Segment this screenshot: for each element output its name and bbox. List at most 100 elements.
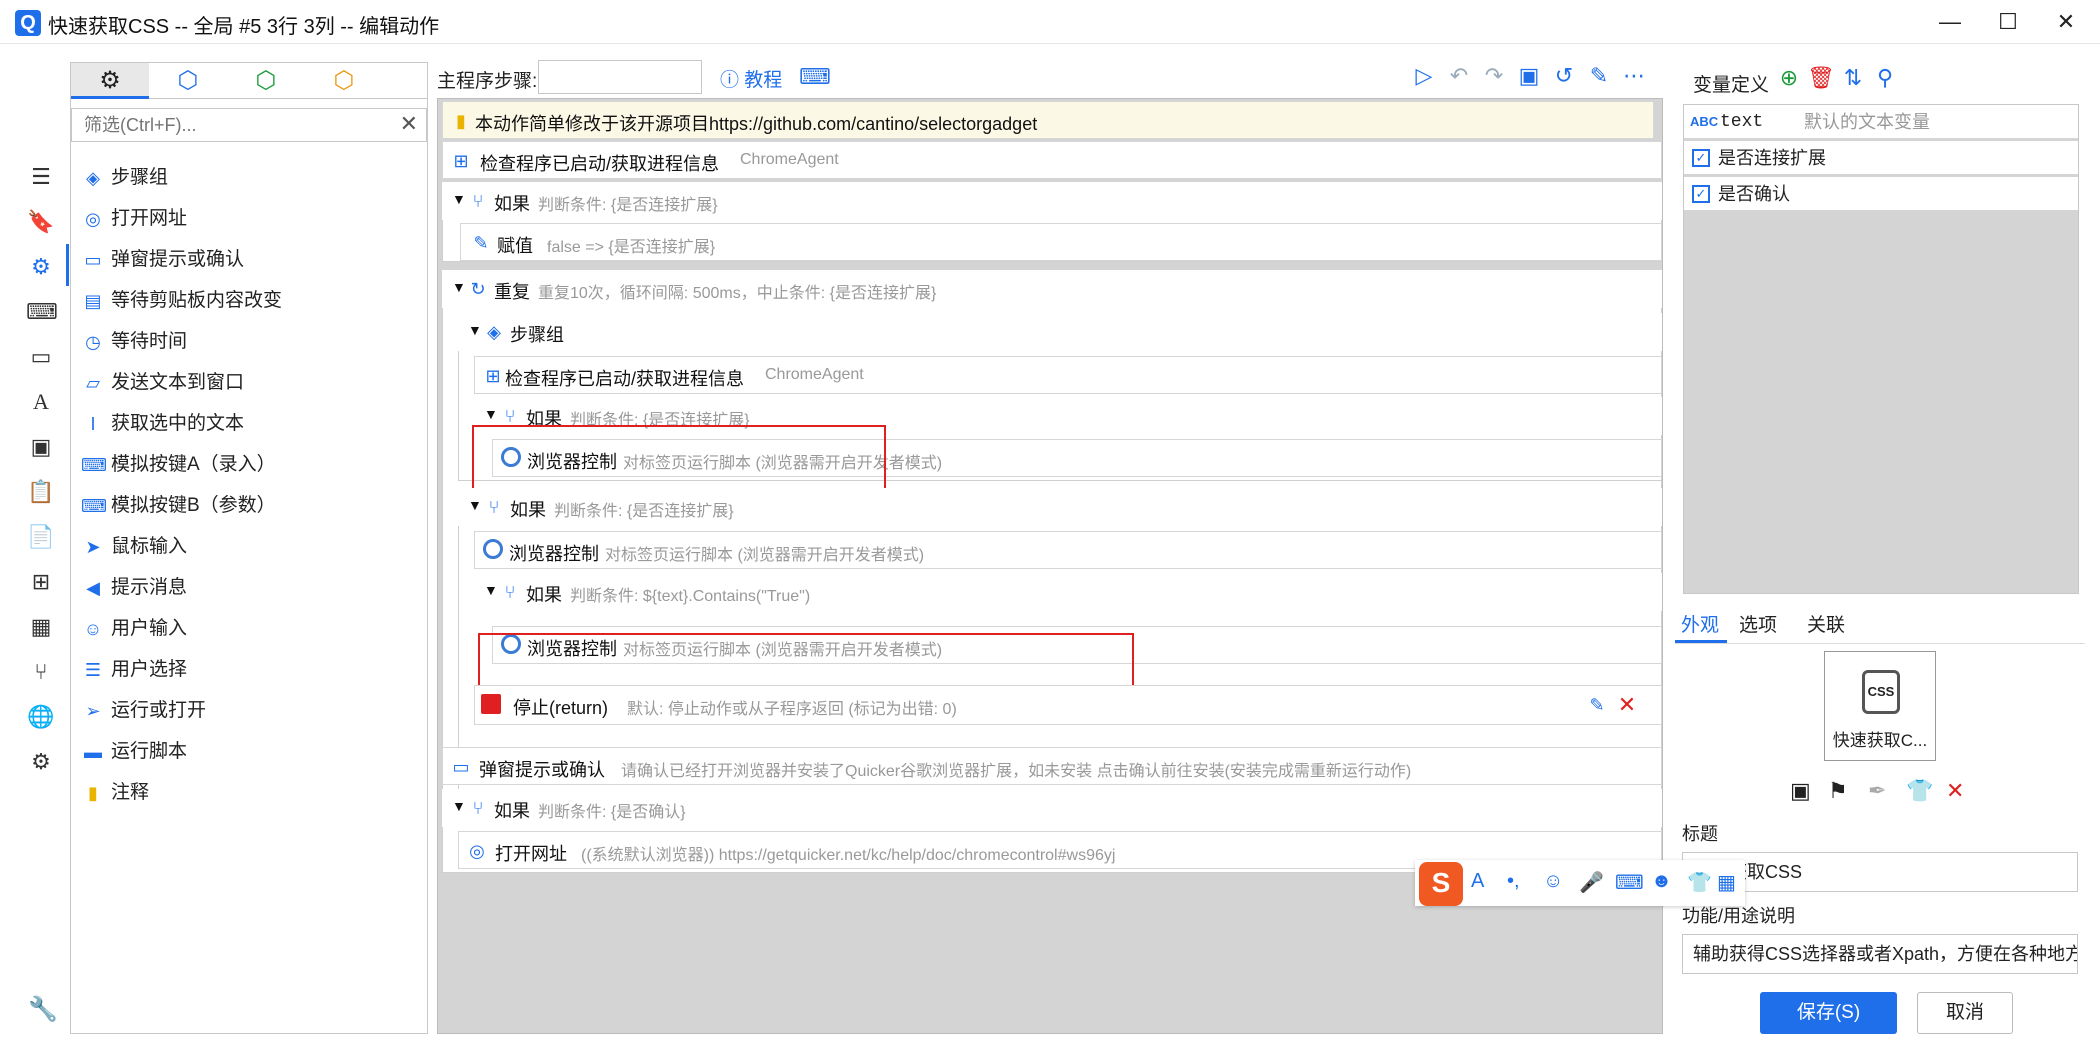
clipboard-icon[interactable]: 📋 (26, 477, 56, 507)
image-icon[interactable]: ▣ (26, 432, 56, 462)
tool-item[interactable]: ◷ 等待时间 (71, 321, 427, 362)
history-icon[interactable]: ↺ (1550, 62, 1578, 90)
flag-icon[interactable]: ⚑ (1828, 778, 1848, 804)
variable-row[interactable]: ✓ 是否连接扩展 (1684, 141, 2078, 175)
step-row[interactable]: ▼ ⑂ 如果 判断条件: {是否连接扩展} (442, 182, 1662, 220)
tool-item[interactable]: ◈ 步骤组 (71, 157, 427, 198)
bookmark-icon[interactable]: 🔖 (26, 207, 56, 237)
step-row[interactable]: ▼ ↻ 重复 重复10次，循环间隔: 500ms，中止条件: {是否连接扩展} (442, 270, 1662, 308)
step-row[interactable]: 浏览器控制 对标签页运行脚本 (浏览器需开启开发者模式) (474, 531, 1662, 569)
window-icon[interactable]: ▭ (26, 342, 56, 372)
step-row[interactable]: ⊞ 检查程序已启动/获取进程信息 ChromeAgent (474, 356, 1662, 394)
clear-filter-icon[interactable]: ✕ (400, 111, 418, 137)
more-icon[interactable]: ⋯ (1620, 62, 1648, 90)
step-row[interactable]: ▼ ◈ 步骤组 (458, 313, 1662, 351)
settings-icon[interactable]: ⚙ (26, 252, 56, 282)
undo-icon[interactable]: ↶ (1445, 62, 1473, 90)
sort-icon[interactable]: ⇅ (1839, 64, 1867, 92)
user-icon[interactable]: ☻ (1651, 870, 1672, 893)
keyboard-icon[interactable]: ⌨ (1615, 870, 1644, 895)
tool-item[interactable]: ▮ 注释 (71, 772, 427, 813)
emoji-icon[interactable]: ☺ (1543, 870, 1563, 893)
maximize-button[interactable]: ☐ (1978, 6, 2038, 38)
note-edit-icon[interactable]: ✎ (1585, 62, 1613, 90)
tab-options[interactable]: 选项 (1739, 610, 1777, 637)
step-row[interactable]: ✎ 赋值 false => {是否连接扩展} (460, 223, 1662, 261)
step-row[interactable]: ⊞ 检查程序已启动/获取进程信息 ChromeAgent (442, 141, 1662, 179)
add-variable-icon[interactable]: ⊕ (1775, 64, 1803, 92)
filter-icon[interactable]: ⚲ (1871, 64, 1899, 92)
step-row[interactable]: ▭ 弹窗提示或确认 请确认已经打开浏览器并安装了Quicker谷歌浏览器扩展，如… (442, 747, 1662, 785)
description-input[interactable]: 辅助获得CSS选择器或者Xpath，方便在各种地方 (1682, 934, 2078, 974)
step-row[interactable]: ▼ ⑂ 如果 判断条件: {是否连接扩展} (458, 488, 1662, 526)
filter-input[interactable] (84, 113, 384, 137)
remove-icon-icon[interactable]: ✕ (1946, 778, 1964, 804)
collapse-toggle-icon[interactable]: ▼ (452, 279, 466, 295)
redo-icon[interactable]: ↷ (1480, 62, 1508, 90)
tool-item[interactable]: ➢ 运行或打开 (71, 690, 427, 731)
minimize-button[interactable]: — (1920, 6, 1980, 38)
action-icon-card[interactable]: CSS 快速获取C... (1824, 651, 1936, 761)
branch-icon[interactable]: ⑂ (26, 657, 56, 687)
step-row[interactable]: ▼ ⑂ 如果 判断条件: ${text}.Contains("True") (474, 573, 1662, 611)
save-button[interactable]: 保存(S) (1760, 992, 1897, 1034)
tutorial-link[interactable]: ⓘ 教程 (720, 65, 782, 92)
calculator-icon[interactable]: ▦ (26, 612, 56, 642)
font-icon[interactable]: A (26, 387, 56, 417)
close-button[interactable]: ✕ (2036, 6, 2096, 38)
tool-item[interactable]: ▤ 等待剪贴板内容改变 (71, 280, 427, 321)
steps-search-input[interactable] (538, 60, 702, 94)
cancel-button[interactable]: 取消 (1917, 992, 2013, 1034)
tool-item[interactable]: ▬ 运行脚本 (71, 731, 427, 772)
step-row[interactable]: 停止(return) 默认: 停止动作或从子程序返回 (标记为出错: 0) ✎ … (474, 685, 1662, 725)
font-icon[interactable]: A (1471, 870, 1484, 893)
variable-row[interactable]: ✓ 是否确认 (1684, 177, 2078, 211)
collapse-toggle-icon[interactable]: ▼ (484, 582, 498, 598)
tab-cubes-green[interactable]: ⬡ (227, 63, 305, 99)
tool-item[interactable]: ⌨ 模拟按键A（录入） (71, 444, 427, 485)
shirt-icon[interactable]: 👕 (1906, 778, 1933, 804)
delete-variable-icon[interactable]: 🗑 (1807, 64, 1835, 92)
sogou-logo-icon[interactable]: S (1419, 862, 1463, 906)
tool-item[interactable]: ◎ 打开网址 (71, 198, 427, 239)
tool-item[interactable]: I 获取选中的文本 (71, 403, 427, 444)
microphone-icon[interactable]: 🎤 (1579, 870, 1604, 895)
keyboard-icon[interactable]: ⌨ (799, 64, 831, 90)
gears-icon[interactable]: ⚙ (26, 747, 56, 777)
tool-item[interactable]: ➤ 鼠标输入 (71, 526, 427, 567)
tool-item[interactable]: ⌨ 模拟按键B（参数） (71, 485, 427, 526)
variable-row[interactable]: ABC text 默认的文本变量 (1684, 105, 2078, 139)
windows-icon[interactable]: ⊞ (26, 567, 56, 597)
document-icon[interactable]: 📄 (26, 522, 56, 552)
apps-icon[interactable]: ▦ (1717, 870, 1736, 895)
picker-icon[interactable]: ✒ (1868, 778, 1886, 804)
delete-step-icon[interactable]: ✕ (1615, 693, 1639, 717)
tool-item[interactable]: ☰ 用户选择 (71, 649, 427, 690)
tool-item[interactable]: ▭ 弹窗提示或确认 (71, 239, 427, 280)
run-icon[interactable]: ▷ (1410, 62, 1438, 90)
menu-icon[interactable]: ☰ (26, 162, 56, 192)
image-icon[interactable]: ▣ (1790, 778, 1811, 804)
collapse-toggle-icon[interactable]: ▼ (452, 798, 466, 814)
step-row[interactable]: ▼ ⑂ 如果 判断条件: {是否确认} (442, 789, 1662, 827)
save-icon[interactable]: ▣ (1515, 62, 1543, 90)
tool-item[interactable]: ▱ 发送文本到窗口 (71, 362, 427, 403)
collapse-toggle-icon[interactable]: ▼ (452, 191, 466, 207)
tab-appearance[interactable]: 外观 (1681, 610, 1719, 637)
collapse-toggle-icon[interactable]: ▼ (468, 497, 482, 513)
collapse-toggle-icon[interactable]: ▼ (484, 406, 498, 422)
tool-item[interactable]: ◀ 提示消息 (71, 567, 427, 608)
tab-basic-gears[interactable]: ⚙ (71, 63, 149, 99)
tab-cubes-blue[interactable]: ⬡ (149, 63, 227, 99)
step-note[interactable]: ▮ 本动作简单修改于该开源项目https://github.com/cantin… (442, 101, 1654, 139)
punctuation-icon[interactable]: •, (1507, 870, 1520, 893)
tool-item[interactable]: ☺ 用户输入 (71, 608, 427, 649)
wrench-icon[interactable]: 🔧 (28, 995, 58, 1024)
skin-icon[interactable]: 👕 (1687, 870, 1712, 895)
edit-step-icon[interactable]: ✎ (1585, 693, 1609, 717)
tab-links[interactable]: 关联 (1807, 610, 1845, 637)
keyboard-icon[interactable]: ⌨ (26, 297, 58, 327)
collapse-toggle-icon[interactable]: ▼ (468, 322, 482, 338)
globe-icon[interactable]: 🌐 (26, 702, 56, 732)
tab-cubes-orange[interactable]: ⬡ (305, 63, 383, 99)
